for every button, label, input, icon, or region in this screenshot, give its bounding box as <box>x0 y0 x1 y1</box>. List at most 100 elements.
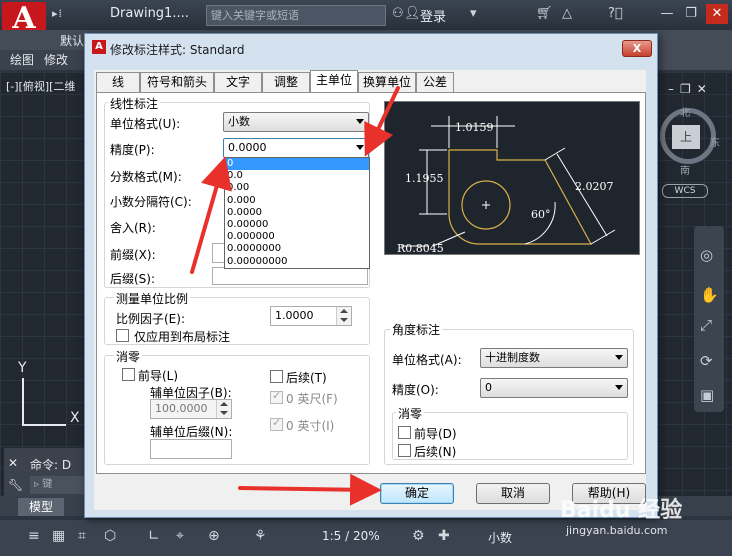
annotation-icon[interactable]: ⚘ <box>254 528 267 544</box>
polar-icon[interactable]: ⌖ <box>176 528 184 544</box>
tab-tolerances[interactable]: 公差 <box>416 72 454 92</box>
prefix-label: 前缀(X): <box>110 248 156 262</box>
cancel-button[interactable]: 取消 <box>476 483 550 504</box>
viewport-label[interactable]: [-][俯视][二维 <box>6 78 75 94</box>
watermark-brand: Baidu 经验 <box>560 498 683 523</box>
sub-unit-suffix-input[interactable] <box>150 439 232 459</box>
tab-alternate-units[interactable]: 换算单位 <box>358 72 416 92</box>
suffix-input[interactable] <box>212 267 368 285</box>
steering-wheel-icon[interactable]: ◎ <box>700 246 713 264</box>
tab-lines[interactable]: 线 <box>96 72 140 92</box>
customize-icon[interactable]: 🔧︎ <box>8 478 23 492</box>
precision-select[interactable]: 0.0000 <box>223 138 369 158</box>
ribbon-tab-default[interactable]: 默认 <box>60 32 84 49</box>
angular-dimensions-title: 角度标注 <box>390 321 443 338</box>
ok-button[interactable]: 确定 <box>380 483 454 504</box>
precision-option[interactable]: 0.000000 <box>225 231 369 243</box>
settings-icon[interactable]: ⚙ <box>412 528 425 544</box>
precision-option[interactable]: 0 <box>225 158 369 171</box>
dialog-close-button[interactable]: X <box>622 40 652 57</box>
tab-fit[interactable]: 调整 <box>262 72 310 92</box>
suffix-label: 后缀(S): <box>110 272 156 286</box>
tab-symbols-arrows[interactable]: 符号和箭头 <box>140 72 214 92</box>
dimension-preview: 1.0159 1.1955 2.0207 60° R0.8045 <box>384 101 640 255</box>
grid-icon[interactable]: ▦ <box>52 528 65 544</box>
linear-dimensions-title: 线性标注 <box>108 95 161 112</box>
panel-modify[interactable]: 修改 <box>44 53 68 67</box>
angular-unit-format-select[interactable]: 十进制度数 <box>480 348 628 368</box>
wcs-menu[interactable]: WCS <box>662 184 708 198</box>
user-icon[interactable]: 👤︎ <box>404 6 421 21</box>
pan-icon[interactable]: ✋ <box>700 286 719 304</box>
command-input-placeholder: 键 <box>42 479 53 490</box>
quick-access-toolbar[interactable]: ▸⁞ <box>52 7 63 20</box>
angular-leading-checkbox[interactable] <box>398 426 411 439</box>
panel-draw[interactable]: 绘图 <box>10 53 34 67</box>
close-window-button[interactable]: ✕ <box>706 4 728 24</box>
precision-option[interactable]: 0.00 <box>225 182 369 194</box>
units-display[interactable]: 小数 <box>488 529 512 546</box>
help-icon[interactable]: ?⃝ <box>608 6 623 21</box>
cart-icon[interactable]: 🛒︎ <box>536 6 553 21</box>
layout-only-label: 仅应用到布局标注 <box>134 330 231 344</box>
angular-unit-format-label: 单位格式(A): <box>392 353 462 367</box>
trailing-zero-label: 后续(T) <box>286 371 327 385</box>
zero-feet-checkbox[interactable] <box>270 389 283 404</box>
tab-primary-units[interactable]: 主单位 <box>310 70 358 93</box>
minimize-button[interactable]: — <box>656 4 678 24</box>
precision-option[interactable]: 0.0000000 <box>225 243 369 255</box>
angular-precision-select[interactable]: 0 <box>480 378 628 398</box>
compass-north: 北 <box>680 108 690 119</box>
model-tab[interactable]: 模型 <box>18 498 64 516</box>
measurement-scale-title: 测量单位比例 <box>114 290 191 307</box>
round-off-label: 舍入(R): <box>110 221 156 235</box>
zero-inches-checkbox[interactable] <box>270 416 283 431</box>
login-button[interactable]: 登录 <box>420 6 446 25</box>
orbit-icon[interactable]: ⟳ <box>700 352 713 370</box>
ucs-x-axis <box>22 424 66 426</box>
precision-label: 精度(P): <box>110 143 155 157</box>
preview-angle: 60° <box>531 208 551 221</box>
leading-zero-checkbox[interactable] <box>122 368 135 381</box>
3d-box-icon[interactable]: ⬡ <box>104 528 116 544</box>
maximize-button[interactable]: ❐ <box>680 4 702 24</box>
unit-format-select[interactable]: 小数 <box>223 112 369 132</box>
menu-icon[interactable]: ≡ <box>28 528 40 544</box>
plus-icon[interactable]: ✚ <box>438 528 450 544</box>
document-title: Drawing1.... <box>110 6 189 21</box>
scale-factor-input[interactable]: 1.0000 <box>270 306 352 326</box>
angular-trailing-checkbox[interactable] <box>398 444 411 457</box>
precision-option[interactable]: 0.000 <box>225 195 369 207</box>
precision-dropdown-list[interactable]: 0 0.0 0.00 0.000 0.0000 0.00000 0.000000… <box>224 157 370 269</box>
angular-leading-label: 前导(D) <box>414 427 457 441</box>
trailing-zero-checkbox[interactable] <box>270 370 283 383</box>
angular-precision-label: 精度(O): <box>392 383 439 397</box>
command-close-icon[interactable]: ✕ <box>8 456 18 470</box>
a360-icon[interactable]: △ <box>562 6 572 21</box>
binoculars-icon[interactable]: ⚇ <box>392 6 404 21</box>
ortho-icon[interactable]: ∟ <box>148 528 160 544</box>
layout-only-checkbox[interactable] <box>116 329 129 342</box>
osnap-icon[interactable]: ⊕ <box>208 528 220 544</box>
search-input[interactable]: 键入关键字或短语 <box>206 5 386 26</box>
preview-dim-top: 1.0159 <box>455 121 494 134</box>
precision-option[interactable]: 0.00000000 <box>225 256 369 268</box>
ucs-y-axis <box>22 378 24 424</box>
chevron-down-icon[interactable]: ▾ <box>470 6 477 21</box>
viewcube-top-face[interactable]: 上 <box>672 125 700 149</box>
unit-format-label: 单位格式(U): <box>110 117 181 131</box>
fraction-format-label: 分数格式(M): <box>110 170 182 184</box>
preview-radius: R0.8045 <box>397 242 444 255</box>
precision-option[interactable]: 0.0 <box>225 170 369 182</box>
command-input[interactable]: ▹ 键 <box>30 476 90 494</box>
command-history: 命令: D <box>30 458 72 472</box>
showmotion-icon[interactable]: ▣ <box>700 386 714 404</box>
snap-icon[interactable]: ⌗ <box>78 528 86 544</box>
precision-option[interactable]: 0.0000 <box>225 207 369 219</box>
annotation-scale[interactable]: 1:5 / 20% <box>322 529 380 543</box>
sub-unit-factor-input[interactable]: 100.0000 <box>150 399 232 419</box>
precision-option[interactable]: 0.00000 <box>225 219 369 231</box>
tab-text[interactable]: 文字 <box>214 72 262 92</box>
viewport-controls[interactable]: –❐✕ <box>668 82 713 96</box>
zoom-icon[interactable]: ⤢ <box>700 316 712 334</box>
